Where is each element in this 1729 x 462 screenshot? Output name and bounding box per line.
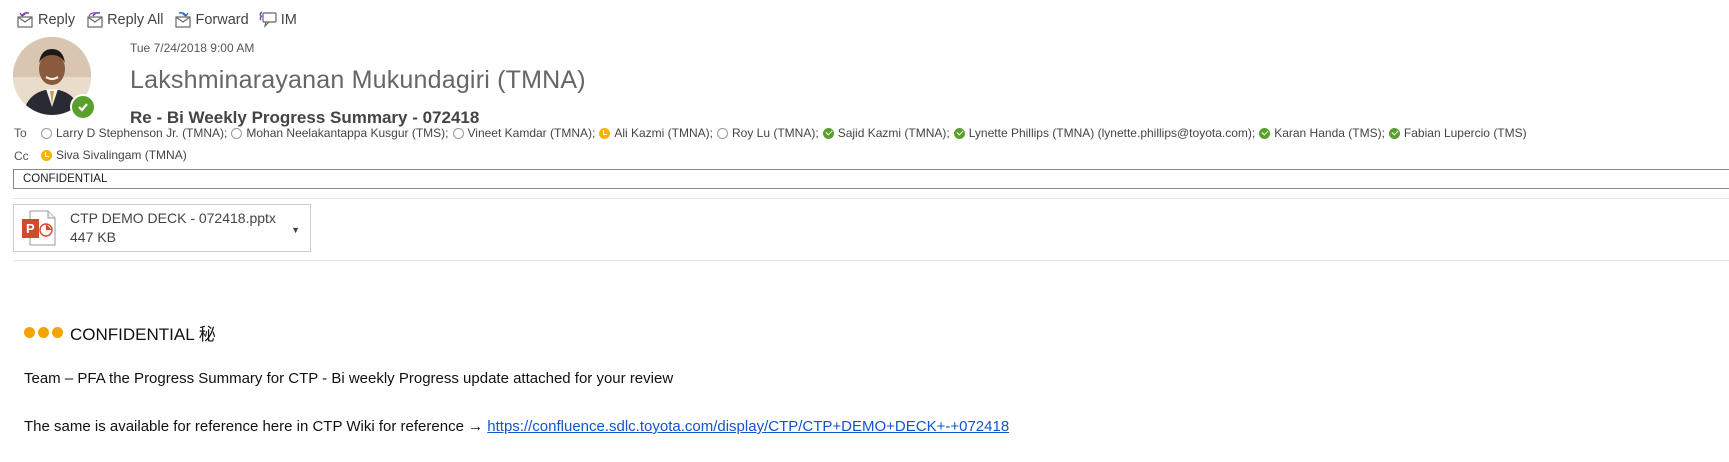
confidential-dot-icon (24, 327, 35, 338)
recipient[interactable]: Roy Lu (TMNA); (717, 126, 819, 140)
recipient-name: Sajid Kazmi (TMNA); (837, 126, 950, 140)
recipient[interactable]: Fabian Lupercio (TMS) (1388, 126, 1527, 140)
sender-name[interactable]: Lakshminarayanan Mukundagiri (TMNA) (130, 66, 586, 95)
recipient[interactable]: Lynette Phillips (TMNA) (lynette.phillip… (953, 126, 1256, 140)
classification-banner: CONFIDENTIAL (13, 169, 1729, 189)
presence-away-icon (599, 127, 611, 139)
recipient[interactable]: Vineet Kamdar (TMNA); (452, 126, 596, 140)
recipient-name: Karan Handa (TMS); (1274, 126, 1385, 140)
recipient[interactable]: Siva Sivalingam (TMNA) (41, 148, 187, 162)
body-paragraph-2: The same is available for reference here… (24, 418, 1009, 435)
recipient[interactable]: Larry D Stephenson Jr. (TMNA); (41, 126, 227, 140)
body-confidential-line: CONFIDENTIAL 秘 (24, 320, 216, 345)
recipient-name: Fabian Lupercio (TMS) (1403, 126, 1527, 140)
reply-label: Reply (38, 12, 76, 28)
forward-icon (174, 12, 191, 28)
cc-label: Cc (14, 149, 29, 163)
attachment-size: 447 KB (70, 229, 116, 245)
recipient[interactable]: Karan Handa (TMS); (1259, 126, 1385, 140)
im-label: IM (280, 12, 297, 28)
recipient-name: Mohan Neelakantappa Kusgur (TMS); (246, 126, 449, 140)
recipient[interactable]: Sajid Kazmi (TMNA); (822, 126, 950, 140)
forward-label: Forward (195, 12, 249, 28)
recipient-name: Vineet Kamdar (TMNA); (467, 126, 596, 140)
confidential-dot-icon (38, 327, 49, 338)
presence-away-icon (41, 149, 52, 161)
header-divider (13, 198, 1729, 199)
confidential-label: CONFIDENTIAL 秘 (70, 325, 216, 344)
recipient[interactable]: Mohan Neelakantappa Kusgur (TMS); (231, 126, 449, 140)
presence-offline-icon (41, 127, 52, 139)
reply-icon (17, 12, 33, 28)
recipient-name: Ali Kazmi (TMNA); (614, 126, 713, 140)
attachment-divider (13, 260, 1729, 261)
right-arrow-icon: → (468, 418, 484, 435)
reply-all-icon (87, 12, 103, 28)
instant-message-icon (259, 11, 277, 28)
powerpoint-file-icon: P (22, 210, 56, 246)
recipient-name: Roy Lu (TMNA); (732, 126, 819, 140)
presence-offline-icon (452, 127, 464, 139)
presence-available-icon (822, 127, 834, 139)
to-label: To (14, 126, 27, 140)
attachment-card[interactable]: P CTP DEMO DECK - 072418.pptx 447 KB ▼ (13, 204, 311, 252)
cc-recipients: Siva Sivalingam (TMNA) (41, 148, 191, 162)
attachment-filename: CTP DEMO DECK - 072418.pptx (70, 210, 276, 226)
recipient-name: Lynette Phillips (TMNA) (lynette.phillip… (968, 126, 1256, 140)
confluence-link[interactable]: https://confluence.sdlc.toyota.com/displ… (487, 418, 1009, 435)
attachment-dropdown-icon[interactable]: ▼ (291, 225, 300, 235)
im-button[interactable]: IM (259, 11, 297, 29)
message-subject: Re - Bi Weekly Progress Summary - 072418 (130, 108, 480, 127)
wiki-reference-text: The same is available for reference here… (24, 418, 464, 435)
presence-available-icon (953, 127, 965, 139)
recipient-name: Larry D Stephenson Jr. (TMNA); (56, 126, 228, 140)
body-paragraph-1: Team – PFA the Progress Summary for CTP … (24, 370, 674, 387)
reply-all-button[interactable]: Reply All (85, 11, 164, 29)
to-recipients: Larry D Stephenson Jr. (TMNA); Mohan Neel… (41, 126, 1531, 140)
presence-available-icon (1259, 127, 1271, 139)
recipient[interactable]: Ali Kazmi (TMNA); (599, 126, 713, 140)
presence-offline-icon (231, 127, 243, 139)
presence-available-icon (1388, 127, 1400, 139)
forward-button[interactable]: Forward (174, 11, 249, 29)
presence-offline-icon (717, 127, 728, 139)
confidential-dot-icon (52, 327, 63, 338)
svg-text:P: P (26, 221, 35, 236)
sender-presence-icon (70, 94, 96, 120)
message-toolbar: Reply Reply All Forward IM (16, 9, 297, 31)
sent-date: Tue 7/24/2018 9:00 AM (130, 41, 255, 55)
reply-all-label: Reply All (107, 12, 164, 28)
reply-button[interactable]: Reply (16, 11, 75, 29)
recipient-name: Siva Sivalingam (TMNA) (56, 148, 187, 162)
